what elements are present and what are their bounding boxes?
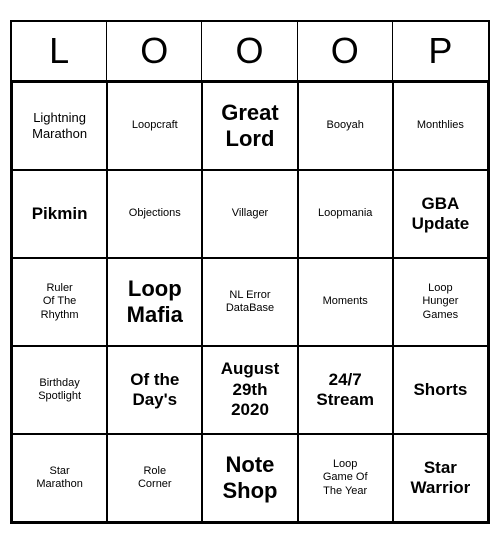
cell-text-17: August 29th 2020 <box>221 359 280 420</box>
cell-24: Star Warrior <box>393 434 488 522</box>
header-o2: O <box>202 22 297 80</box>
cell-text-10: Ruler Of The Rhythm <box>41 282 79 322</box>
cell-text-4: Monthlies <box>417 119 464 132</box>
cell-1: Loopcraft <box>107 82 202 170</box>
cell-19: Shorts <box>393 346 488 434</box>
cell-text-0: Lightning Marathon <box>32 110 87 141</box>
cell-21: Role Corner <box>107 434 202 522</box>
cell-text-21: Role Corner <box>138 465 172 491</box>
cell-6: Objections <box>107 170 202 258</box>
cell-text-11: Loop Mafia <box>127 276 183 329</box>
cell-2: Great Lord <box>202 82 297 170</box>
cell-4: Monthlies <box>393 82 488 170</box>
header-o1: O <box>107 22 202 80</box>
cell-text-12: NL Error DataBase <box>226 289 274 315</box>
cell-8: Loopmania <box>298 170 393 258</box>
cell-18: 24/7 Stream <box>298 346 393 434</box>
cell-0: Lightning Marathon <box>12 82 107 170</box>
cell-10: Ruler Of The Rhythm <box>12 258 107 346</box>
cell-text-15: Birthday Spotlight <box>38 377 81 403</box>
cell-16: Of the Day's <box>107 346 202 434</box>
cell-14: Loop Hunger Games <box>393 258 488 346</box>
header-o3: O <box>298 22 393 80</box>
cell-text-20: Star Marathon <box>36 465 82 491</box>
cell-7: Villager <box>202 170 297 258</box>
cell-text-9: GBA Update <box>412 194 470 235</box>
cell-15: Birthday Spotlight <box>12 346 107 434</box>
cell-12: NL Error DataBase <box>202 258 297 346</box>
cell-3: Booyah <box>298 82 393 170</box>
bingo-card: L O O O P Lightning Marathon Loopcraft Gre… <box>10 20 490 524</box>
cell-text-3: Booyah <box>327 119 364 132</box>
cell-text-5: Pikmin <box>32 204 88 224</box>
cell-text-19: Shorts <box>413 380 467 400</box>
cell-11: Loop Mafia <box>107 258 202 346</box>
cell-22: Note Shop <box>202 434 297 522</box>
header-row: L O O O P <box>12 22 488 82</box>
cell-17: August 29th 2020 <box>202 346 297 434</box>
cell-text-2: Great Lord <box>221 100 278 153</box>
cell-23: Loop Game Of The Year <box>298 434 393 522</box>
header-p: P <box>393 22 488 80</box>
cell-text-1: Loopcraft <box>132 119 178 132</box>
header-l: L <box>12 22 107 80</box>
cell-20: Star Marathon <box>12 434 107 522</box>
cell-13: Moments <box>298 258 393 346</box>
cell-text-14: Loop Hunger Games <box>422 282 458 322</box>
cell-9: GBA Update <box>393 170 488 258</box>
cell-text-7: Villager <box>232 207 269 220</box>
cell-text-13: Moments <box>323 295 368 308</box>
cell-text-23: Loop Game Of The Year <box>323 458 368 498</box>
cell-text-18: 24/7 Stream <box>316 370 374 411</box>
cell-5: Pikmin <box>12 170 107 258</box>
cell-text-16: Of the Day's <box>130 370 179 411</box>
cell-text-24: Star Warrior <box>410 458 470 499</box>
cell-text-6: Objections <box>129 207 181 220</box>
cell-text-8: Loopmania <box>318 207 372 220</box>
cell-text-22: Note Shop <box>222 452 277 505</box>
bingo-grid: Lightning Marathon Loopcraft Great Lord Boo… <box>12 82 488 522</box>
